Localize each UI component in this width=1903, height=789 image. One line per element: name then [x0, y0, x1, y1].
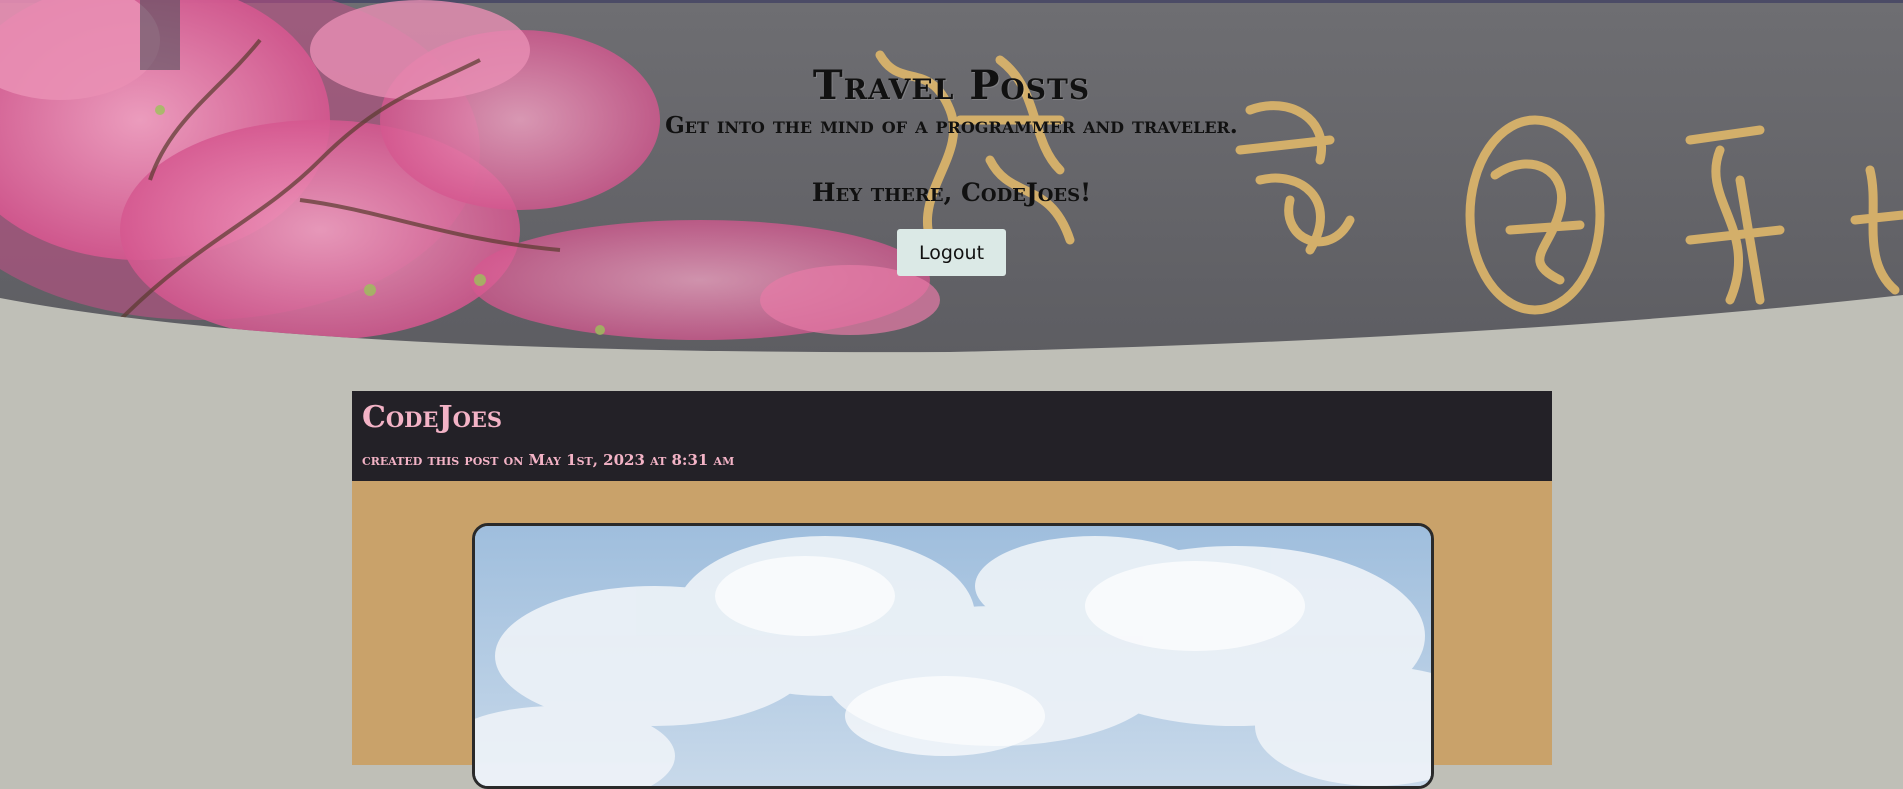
post-header: CodeJoes created this post on May 1st, 2…: [352, 391, 1552, 481]
logout-button[interactable]: Logout: [897, 229, 1006, 276]
sky-clouds-photo: [475, 526, 1431, 786]
post-photo: [472, 523, 1434, 789]
travel-post-card: CodeJoes created this post on May 1st, 2…: [352, 391, 1552, 789]
site-title: Travel Posts: [812, 62, 1091, 109]
post-author: CodeJoes: [362, 400, 503, 435]
site-tagline: Get into the mind of a programmer and tr…: [665, 112, 1238, 139]
user-greeting: Hey there, CodeJoes!: [811, 178, 1092, 207]
post-timestamp: created this post on May 1st, 2023 at 8:…: [362, 451, 735, 469]
hero-banner: Travel Posts Get into the mind of a prog…: [0, 0, 1903, 355]
